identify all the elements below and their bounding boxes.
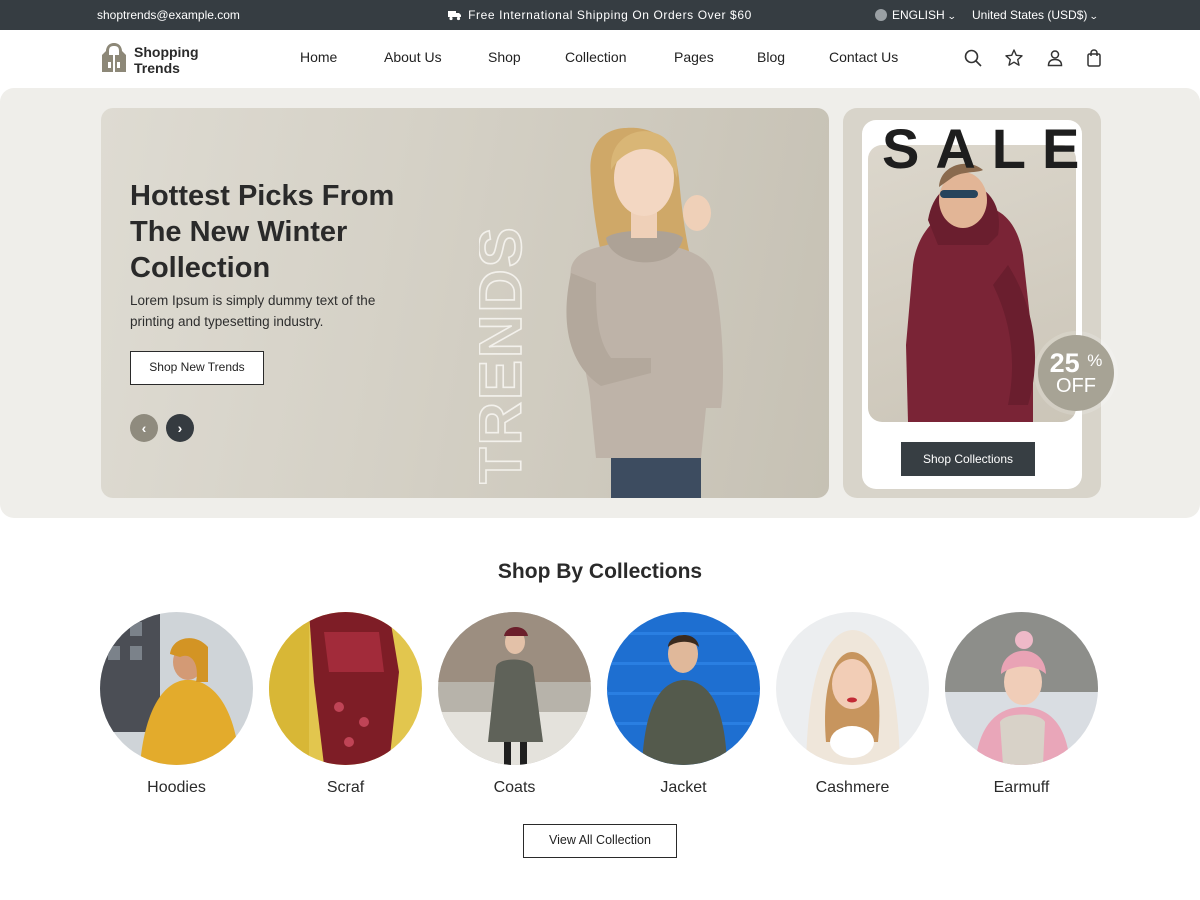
hero-model-image — [566, 127, 724, 498]
collection-image — [607, 612, 760, 765]
nav-blog[interactable]: Blog — [757, 49, 785, 65]
collection-jacket[interactable]: Jacket — [607, 612, 761, 802]
site-header: Shopping Trends Home About Us Shop Colle… — [0, 30, 1200, 88]
collection-coats[interactable]: Coats — [438, 612, 592, 802]
logo-line-1: Shopping — [134, 44, 199, 60]
sale-heading: SALE — [882, 117, 1096, 180]
shipping-promo-text: Free International Shipping On Orders Ov… — [468, 8, 752, 22]
hero-slider: TRENDS Hottest Picks From The New Winter… — [101, 108, 829, 498]
collection-name: Cashmere — [815, 779, 890, 796]
sale-banner: SALE Shop Collections 25 % OFF — [843, 108, 1114, 498]
chevron-down-icon: ⌄ — [1089, 11, 1100, 21]
discount-badge: 25 % OFF — [1038, 335, 1114, 411]
nav-home[interactable]: Home — [300, 49, 337, 65]
chevron-down-icon: ⌄ — [946, 11, 957, 21]
hero-subtitle: Lorem Ipsum is simply dummy text of the … — [130, 293, 376, 329]
collection-image — [776, 612, 929, 765]
discount-off-label: OFF — [1056, 375, 1096, 397]
language-label: ENGLISH — [892, 8, 945, 22]
collection-earmuff[interactable]: Earmuff — [945, 612, 1099, 802]
bag-icon[interactable] — [1084, 48, 1106, 70]
nav-contact-us[interactable]: Contact Us — [829, 49, 898, 65]
shop-new-trends-button[interactable]: Shop New Trends — [130, 351, 264, 385]
collection-image — [269, 612, 422, 765]
truck-icon — [448, 10, 462, 24]
hero-title: Hottest Picks From The New Winter Collec… — [130, 180, 395, 284]
collection-name: Hoodies — [147, 779, 206, 796]
collection-name: Scraf — [326, 779, 365, 796]
collection-image — [100, 612, 253, 765]
site-logo[interactable]: Shopping Trends — [100, 42, 210, 78]
star-icon[interactable] — [1004, 48, 1026, 70]
collection-name: Earmuff — [993, 779, 1050, 796]
nav-about-us[interactable]: About Us — [384, 49, 442, 65]
collections-title: Shop By Collections — [497, 560, 703, 583]
collection-image — [438, 612, 591, 765]
language-selector[interactable]: ENGLISH ⌄ — [875, 8, 957, 22]
view-all-collection-button[interactable]: View All Collection — [523, 824, 677, 858]
chevron-left-icon: ‹ — [141, 420, 147, 436]
percent-sign: % — [1087, 351, 1103, 370]
discount-value: 25 % — [1038, 347, 1114, 377]
collection-scarf[interactable]: Scraf — [269, 612, 423, 802]
nav-pages[interactable]: Pages — [674, 49, 714, 65]
slider-prev-button[interactable]: ‹ — [130, 414, 158, 442]
collection-name: Coats — [493, 779, 536, 796]
logo-text: Shopping Trends — [134, 44, 199, 76]
nav-shop[interactable]: Shop — [488, 49, 521, 65]
collection-name: Jacket — [660, 779, 707, 796]
collection-cashmere[interactable]: Cashmere — [776, 612, 930, 802]
hoodie-logo-icon — [100, 42, 128, 79]
logo-line-2: Trends — [134, 60, 180, 76]
announcement-bar: shoptrends@example.com Free Internationa… — [0, 0, 1200, 30]
user-icon[interactable] — [1045, 48, 1067, 70]
collection-hoodies[interactable]: Hoodies — [100, 612, 254, 802]
search-icon[interactable] — [963, 48, 985, 70]
slider-next-button[interactable]: › — [166, 414, 194, 442]
discount-number: 25 — [1049, 348, 1080, 378]
collection-image — [945, 612, 1098, 765]
chevron-right-icon: › — [177, 420, 183, 436]
globe-icon — [875, 9, 887, 21]
shop-collections-button[interactable]: Shop Collections — [901, 442, 1035, 476]
sale-card: SALE Shop Collections — [862, 117, 1082, 489]
nav-collection[interactable]: Collection — [565, 49, 626, 65]
currency-label: United States (USD$) — [972, 8, 1088, 22]
currency-selector[interactable]: United States (USD$) ⌄ — [972, 8, 1100, 22]
